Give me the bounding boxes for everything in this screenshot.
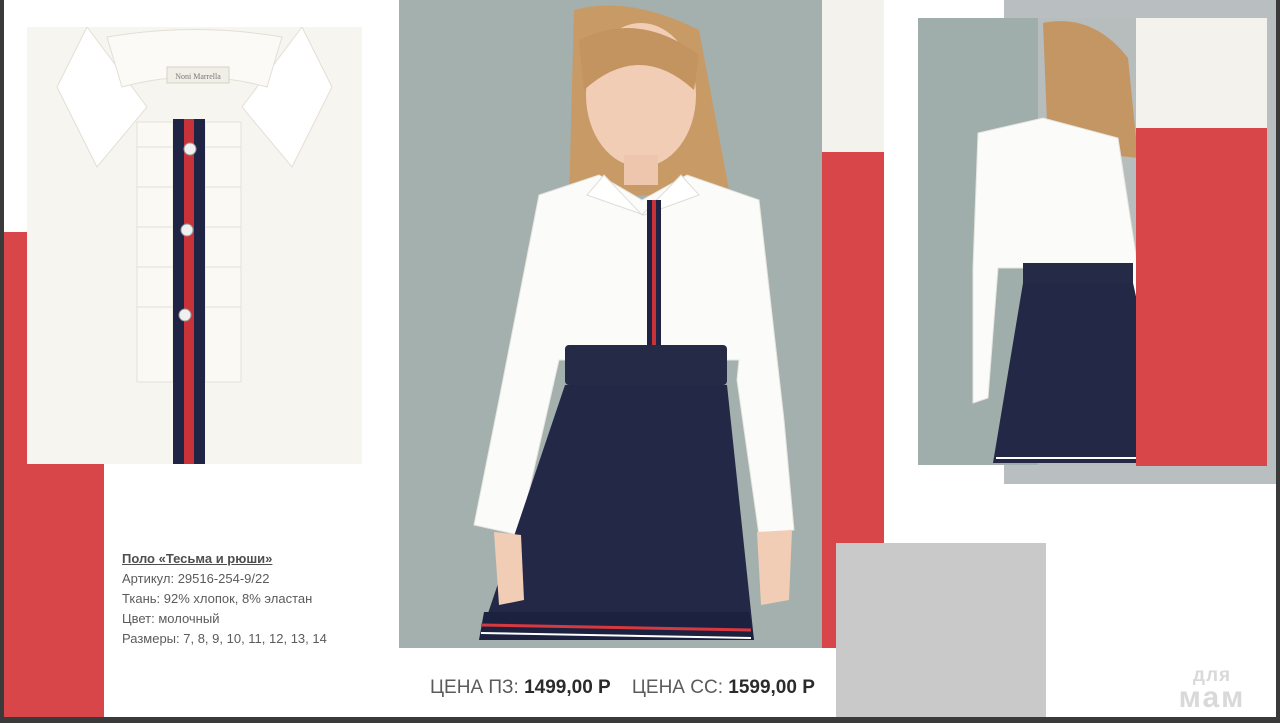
red-block-right bbox=[1136, 128, 1267, 466]
ribbon-placket bbox=[173, 119, 205, 464]
snap-button-2 bbox=[180, 223, 194, 237]
snap-button-1 bbox=[183, 142, 197, 156]
price-ss-label: ЦЕНА СС: bbox=[631, 677, 723, 698]
product-color: Цвет: молочный bbox=[122, 611, 220, 626]
grey-block-bottom bbox=[836, 543, 1046, 717]
snap-button-3 bbox=[178, 308, 192, 322]
price-pz-value: 1499,00 Р bbox=[524, 677, 611, 698]
collar-label: Noni Marrella bbox=[175, 72, 221, 81]
product-article: Артикул: 29516-254-9/22 bbox=[122, 571, 270, 586]
watermark-logo: для мам bbox=[1178, 665, 1246, 714]
price-pz-label: ЦЕНА ПЗ: bbox=[430, 677, 519, 698]
closeup-photo: Noni Marrella bbox=[27, 27, 362, 464]
product-fabric: Ткань: 92% хлопок, 8% эластан bbox=[122, 591, 313, 606]
model-front-photo bbox=[399, 0, 822, 648]
ivory-block-right bbox=[1136, 18, 1267, 128]
product-info: Поло «Тесьма и рюши» Артикул: 29516-254-… bbox=[122, 549, 327, 649]
product-sizes: Размеры: 7, 8, 9, 10, 11, 12, 13, 14 bbox=[122, 631, 327, 646]
product-title: Поло «Тесьма и рюши» bbox=[122, 551, 273, 566]
model-back-photo bbox=[918, 18, 1136, 465]
ivory-block-mid bbox=[822, 0, 884, 152]
price-ss-value: 1599,00 Р bbox=[728, 677, 815, 698]
price-row: ЦЕНА ПЗ: 1499,00 Р ЦЕНА СС: 1599,00 Р bbox=[430, 677, 815, 699]
